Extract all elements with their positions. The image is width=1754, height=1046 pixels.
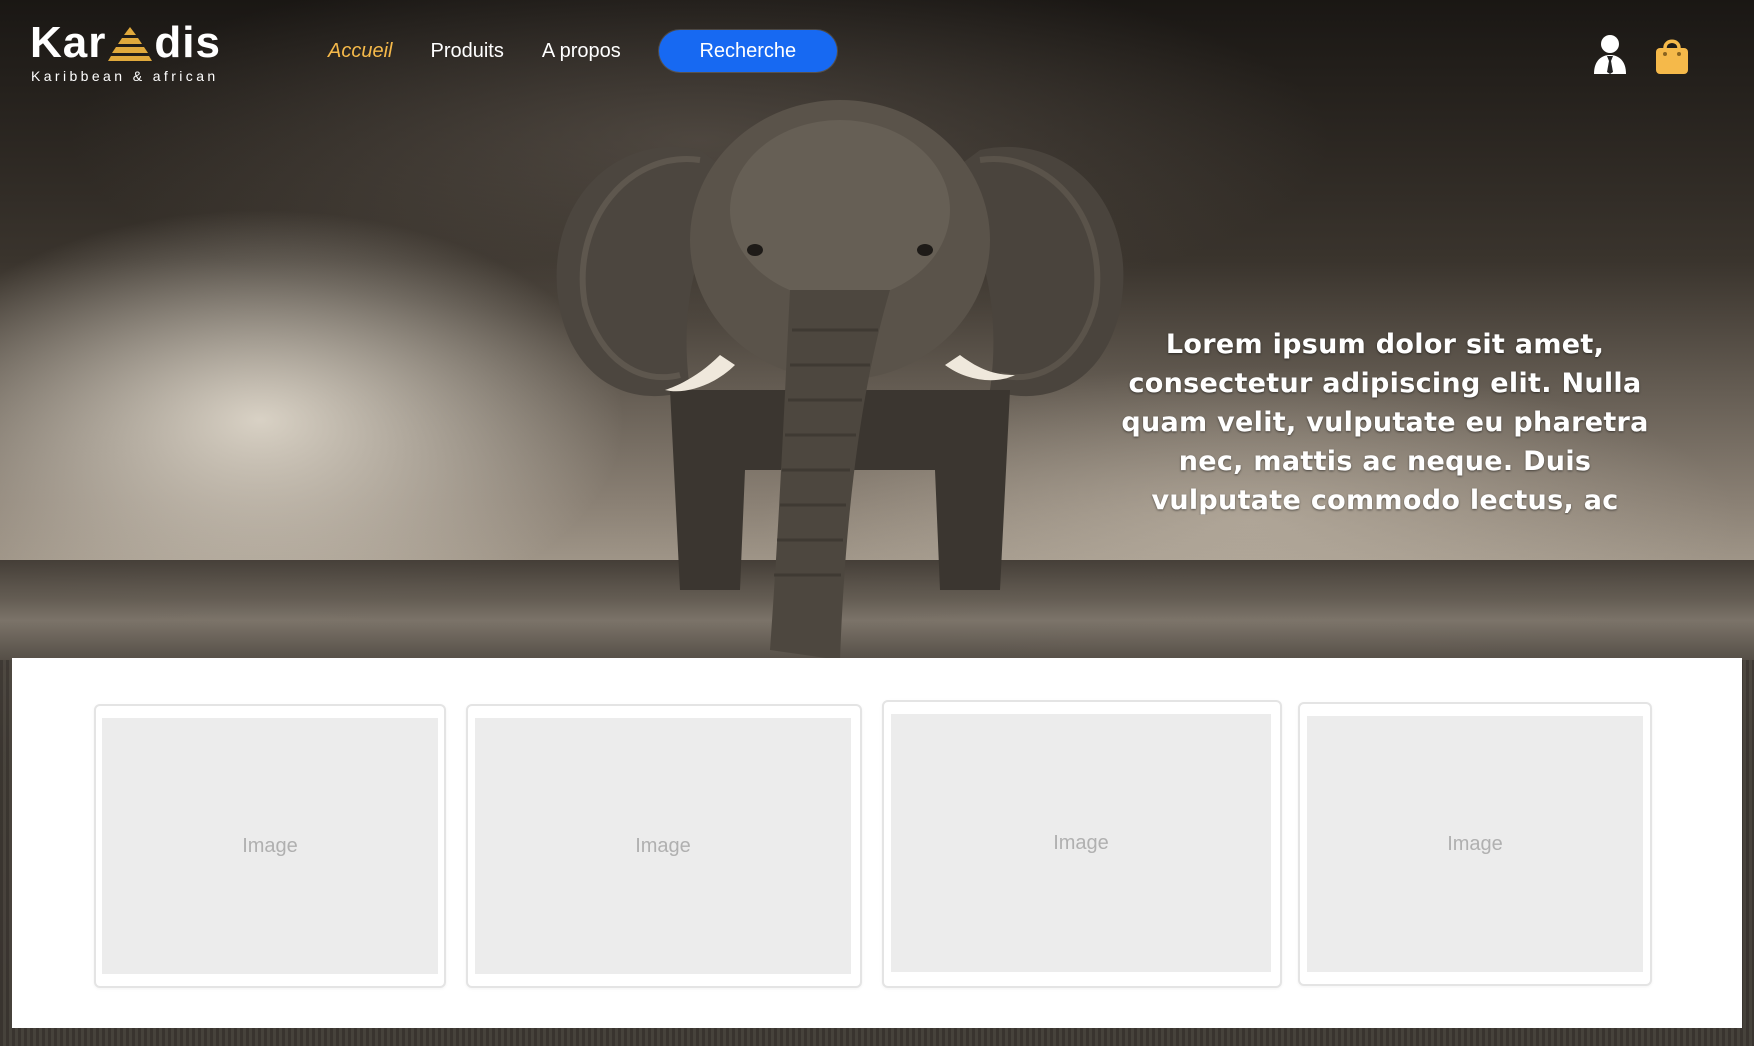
logo-name-right: dis (154, 18, 221, 67)
logo-wordmark: Kar dis (30, 20, 221, 66)
pyramid-icon (108, 27, 153, 61)
nav-item-accueil[interactable]: Accueil (328, 40, 392, 63)
logo-name-left: Kar (30, 18, 107, 67)
product-card-4[interactable]: Image (1298, 702, 1652, 986)
image-placeholder: Image (475, 718, 851, 974)
product-card-3[interactable]: Image (882, 700, 1282, 988)
user-icon[interactable] (1592, 34, 1628, 74)
image-placeholder-label: Image (242, 834, 298, 857)
product-card-1[interactable]: Image (94, 704, 446, 988)
site-logo[interactable]: Kar dis Karibbean & african (30, 20, 221, 85)
image-placeholder-label: Image (1447, 832, 1503, 855)
hero-headline: Lorem ipsum dolor sit amet, consectetur … (1121, 329, 1649, 515)
image-placeholder-label: Image (635, 834, 691, 857)
product-cards-panel: Image Image Image Image (12, 658, 1742, 1028)
nav-item-a-propos[interactable]: A propos (542, 40, 621, 63)
image-placeholder: Image (891, 714, 1271, 972)
elephant-image (556, 100, 1124, 660)
nav-item-produits[interactable]: Produits (430, 40, 503, 63)
image-placeholder: Image (1307, 716, 1643, 972)
image-placeholder-label: Image (1053, 831, 1109, 854)
image-placeholder: Image (102, 718, 438, 974)
product-card-2[interactable]: Image (466, 704, 862, 988)
main-nav: Accueil Produits A propos Recherche (328, 30, 837, 72)
search-button[interactable]: Recherche (658, 30, 837, 72)
shopping-bag-icon[interactable] (1654, 36, 1690, 74)
logo-tagline: Karibbean & african (31, 68, 219, 84)
